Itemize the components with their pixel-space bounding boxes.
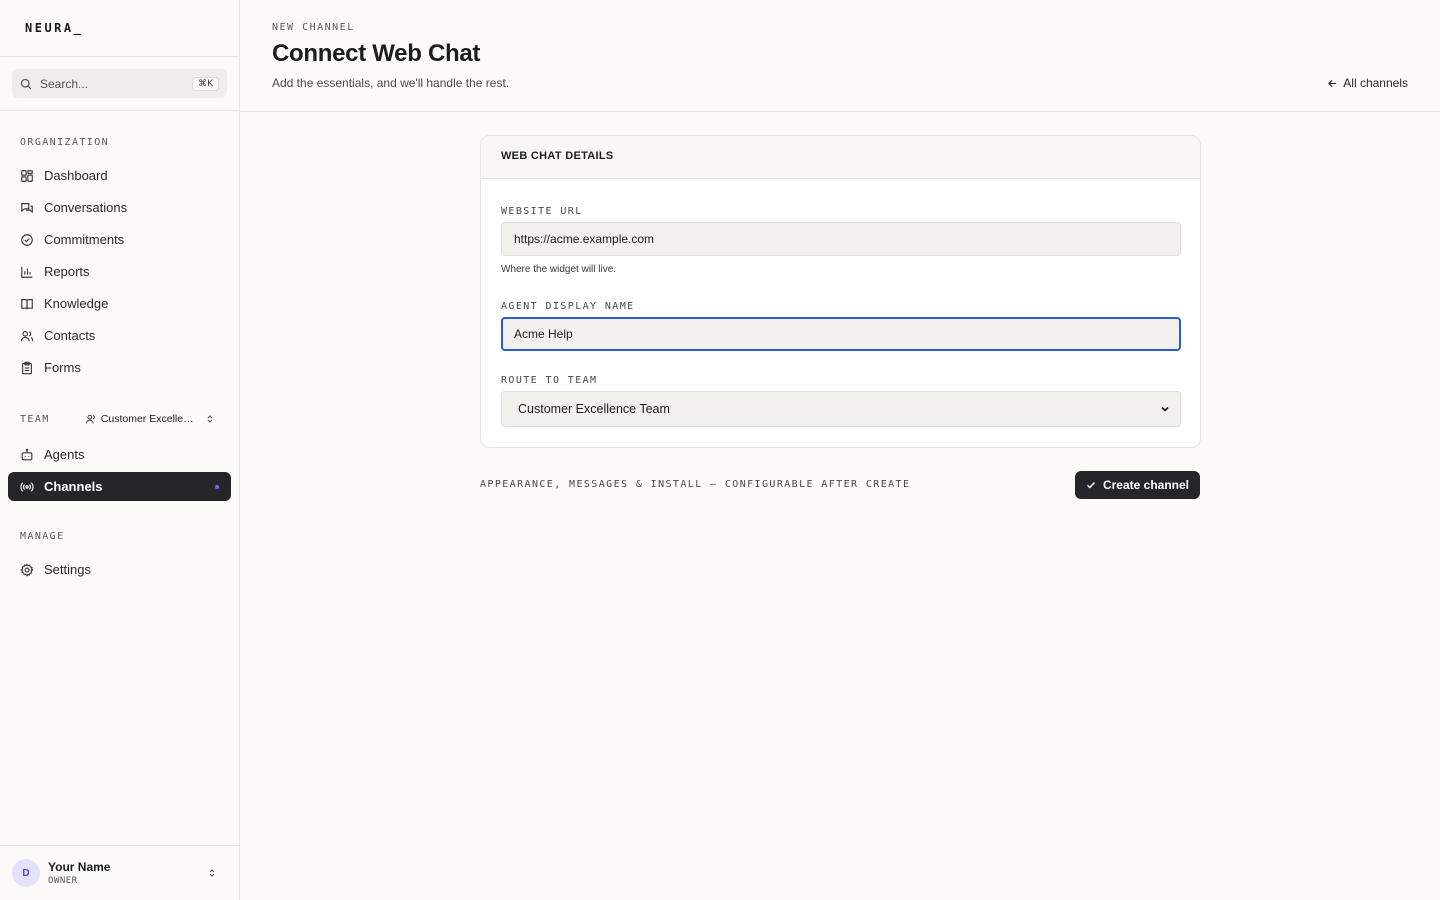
user-menu[interactable]: D Your Name OWNER xyxy=(0,845,239,900)
arrow-left-icon xyxy=(1328,79,1337,87)
chevron-up-down-icon xyxy=(207,415,213,423)
search-input[interactable]: Search... ⌘K xyxy=(12,69,227,98)
section-label-organization: ORGANIZATION xyxy=(20,137,110,148)
bar-chart-icon xyxy=(21,266,33,278)
logo[interactable]: NEURA_ xyxy=(25,21,83,35)
user-role: OWNER xyxy=(48,876,78,886)
route-to-team-value: Customer Excellence Team xyxy=(518,402,670,416)
team-selector-value: Customer Excellence Team xyxy=(100,413,200,425)
all-channels-label: All channels xyxy=(1343,76,1408,90)
sidebar-item-dashboard[interactable]: Dashboard xyxy=(8,161,231,190)
user-name: Your Name xyxy=(48,860,111,874)
sidebar-item-conversations[interactable]: Conversations xyxy=(8,193,231,222)
user-icon xyxy=(85,414,95,424)
page-header: NEW CHANNEL Connect Web Chat Add the ess… xyxy=(240,0,1440,112)
gear-icon xyxy=(20,562,34,577)
check-icon xyxy=(1086,482,1095,489)
website-url-help: Where the widget will live. xyxy=(501,264,617,275)
active-dot xyxy=(215,484,219,489)
search-icon xyxy=(20,78,32,89)
avatar: D xyxy=(12,859,40,887)
create-channel-label: Create channel xyxy=(1102,478,1190,492)
sidebar-item-label: Conversations xyxy=(44,200,128,215)
users-icon xyxy=(20,330,34,341)
website-url-field[interactable] xyxy=(501,222,1181,256)
dashboard-icon xyxy=(21,169,33,182)
page-eyebrow: NEW CHANNEL xyxy=(272,22,355,33)
route-to-team-label: ROUTE TO TEAM xyxy=(501,375,598,386)
page-title: Connect Web Chat xyxy=(272,40,481,67)
page-subtitle: Add the essentials, and we'll handle the… xyxy=(272,76,510,90)
sidebar-item-label: Reports xyxy=(44,264,90,279)
sidebar-item-label: Contacts xyxy=(44,328,96,343)
sidebar-item-commitments[interactable]: Commitments xyxy=(8,225,231,254)
agent-display-name-field[interactable] xyxy=(501,317,1181,351)
search-shortcut: ⌘K xyxy=(192,76,219,91)
check-circle-icon xyxy=(21,233,33,246)
sidebar-item-label: Knowledge xyxy=(44,296,109,311)
sidebar-item-contacts[interactable]: Contacts xyxy=(8,321,231,350)
sidebar-item-label: Agents xyxy=(44,447,85,462)
sidebar-item-reports[interactable]: Reports xyxy=(8,257,231,286)
divider xyxy=(0,110,239,111)
user-meta: Your Name OWNER xyxy=(48,860,207,886)
book-icon xyxy=(21,298,33,309)
sidebar-item-knowledge[interactable]: Knowledge xyxy=(8,289,231,318)
sidebar-item-label: Channels xyxy=(44,479,103,494)
section-label-manage: MANAGE xyxy=(20,531,65,542)
logo-row: NEURA_ xyxy=(0,0,239,57)
search-placeholder: Search... xyxy=(40,76,89,91)
clipboard-icon xyxy=(22,361,32,374)
route-to-team-select[interactable]: Customer Excellence Team xyxy=(501,391,1181,427)
sidebar-item-label: Commitments xyxy=(44,232,125,247)
radio-icon xyxy=(20,481,34,492)
sidebar: NEURA_ Search... ⌘K ORGANIZATION Dashboa… xyxy=(0,0,240,900)
conversations-icon xyxy=(21,202,33,213)
sidebar-item-forms[interactable]: Forms xyxy=(8,353,231,382)
sidebar-item-agents[interactable]: Agents xyxy=(8,440,231,469)
sidebar-item-settings[interactable]: Settings xyxy=(8,555,231,584)
chevron-up-down-icon xyxy=(209,869,215,877)
sidebar-item-label: Settings xyxy=(44,562,91,577)
bot-icon xyxy=(21,448,33,460)
sidebar-item-label: Forms xyxy=(44,360,81,375)
chevron-down-icon xyxy=(1161,406,1169,412)
configurable-note: APPEARANCE, MESSAGES & INSTALL — CONFIGU… xyxy=(480,479,911,490)
sidebar-item-channels[interactable]: Channels xyxy=(8,472,231,501)
website-url-label: WEBSITE URL xyxy=(501,206,583,217)
all-channels-link[interactable]: All channels xyxy=(1327,76,1408,90)
section-label-team: TEAM xyxy=(20,414,50,425)
team-selector[interactable]: Customer Excellence Team xyxy=(85,411,215,427)
card-title: WEB CHAT DETAILS xyxy=(481,136,1200,179)
agent-display-name-label: AGENT DISPLAY NAME xyxy=(501,301,635,312)
create-channel-button[interactable]: Create channel xyxy=(1075,471,1200,499)
web-chat-details-card: WEB CHAT DETAILS WEBSITE URL Where the w… xyxy=(480,135,1201,448)
sidebar-item-label: Dashboard xyxy=(44,168,108,183)
